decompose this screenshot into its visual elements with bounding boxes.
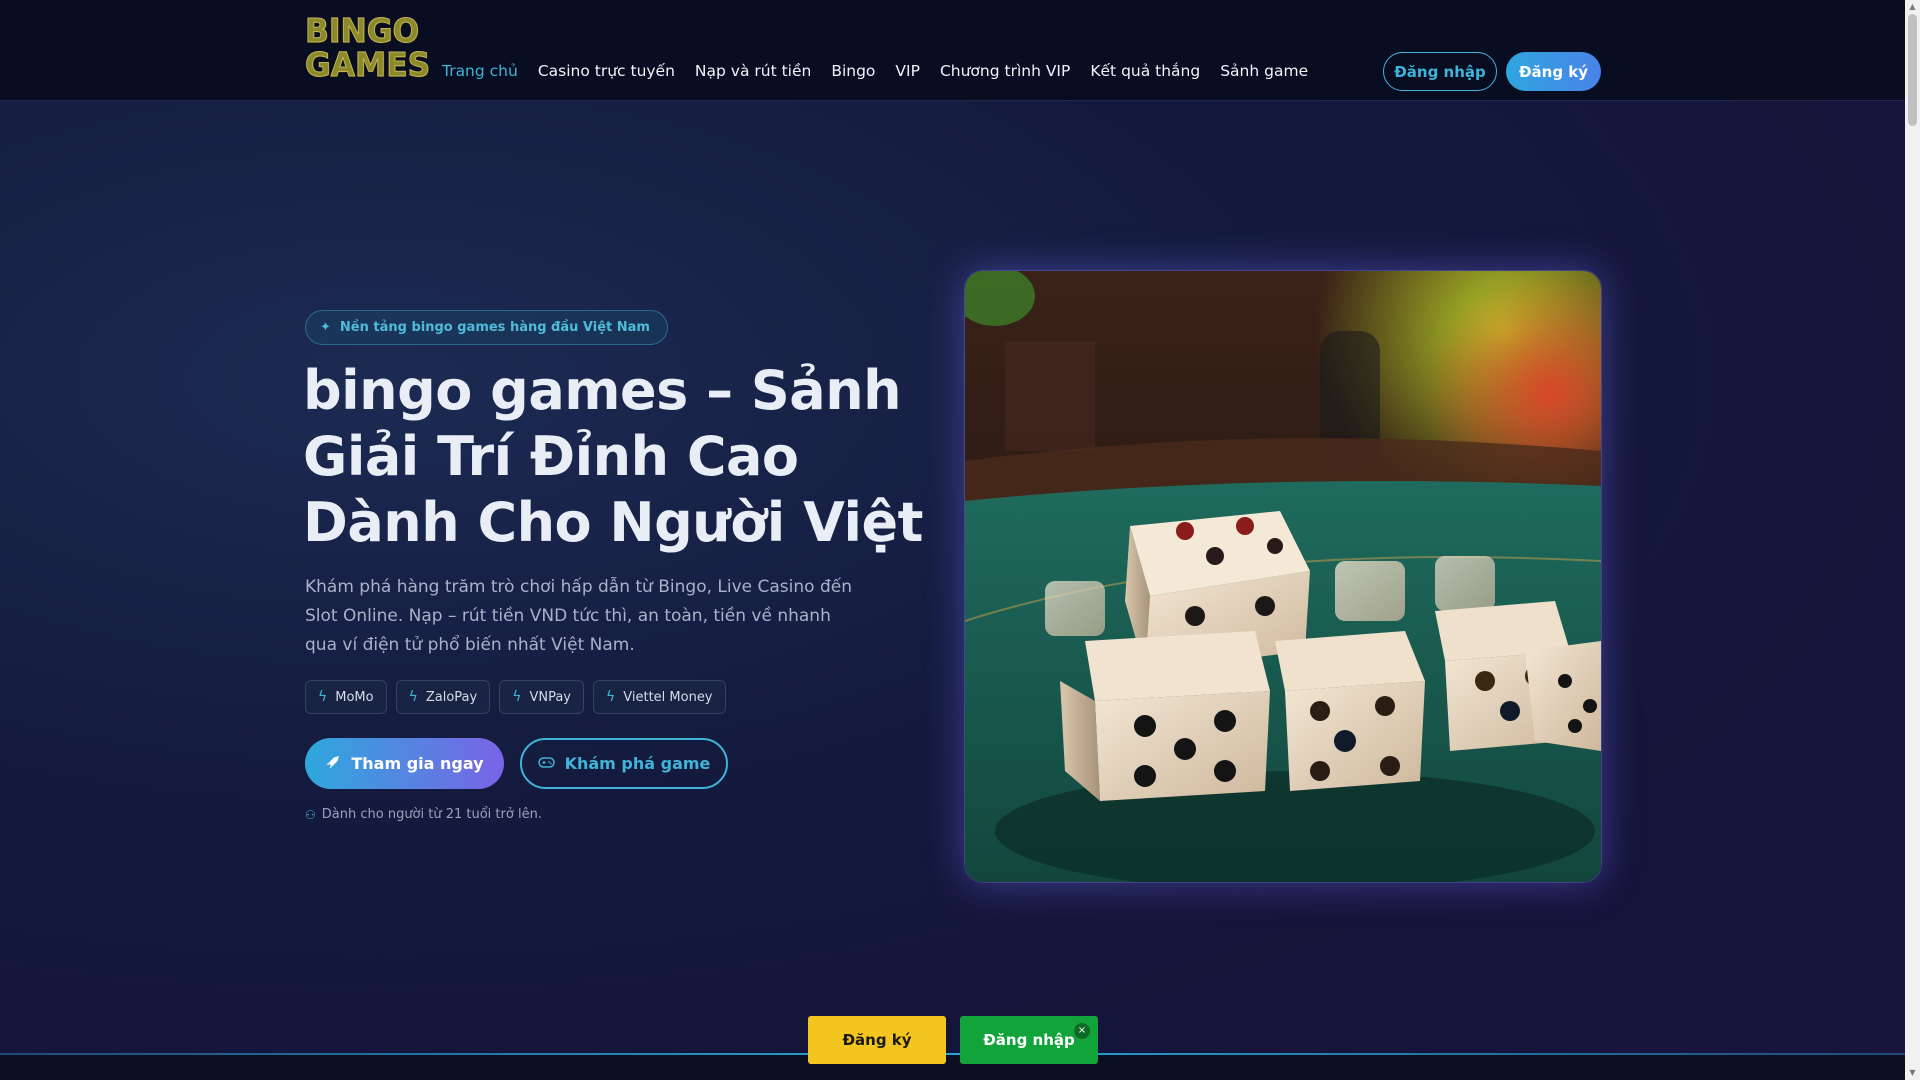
payment-chip-label: MoMo	[335, 689, 374, 705]
nav-item-vip-program[interactable]: Chương trình VIP	[940, 58, 1070, 84]
nav-item-game-lobby[interactable]: Sảnh game	[1220, 58, 1308, 84]
lightning-icon: ϟ	[606, 689, 616, 705]
scroll-up-arrow-icon[interactable]: ▲	[1908, 2, 1917, 12]
scroll-down-arrow-icon[interactable]: ▼	[1908, 1068, 1917, 1078]
header-register-button[interactable]: Đăng ký	[1506, 52, 1601, 91]
user-shield-icon: ⚇	[305, 807, 316, 822]
close-icon[interactable]: ×	[1074, 1023, 1090, 1039]
payment-chip-momo: ϟ MoMo	[305, 680, 387, 714]
hero-badge: ✦ Nền tảng bingo games hàng đầu Việt Nam	[305, 310, 668, 345]
payment-chip-vnpay: ϟ VNPay	[499, 680, 584, 714]
hero-title: bingo games – Sảnh Giải Trí Đỉnh Cao Dàn…	[303, 359, 923, 554]
age-note: ⚇ Dành cho người từ 21 tuổi trở lên.	[305, 807, 542, 822]
hero-dice-image	[965, 271, 1601, 882]
page: BINGO GAMES Trang chủ Casino trực tuyến …	[0, 0, 1905, 1080]
payment-chip-label: ZaloPay	[425, 689, 478, 705]
bottom-bar	[0, 1055, 1905, 1080]
payment-chip-zalopay: ϟ ZaloPay	[395, 680, 491, 714]
site-header: BINGO GAMES Trang chủ Casino trực tuyến …	[0, 0, 1905, 101]
age-note-text: Dành cho người từ 21 tuổi trở lên.	[321, 807, 542, 822]
rocket-icon	[325, 754, 341, 774]
scrollbar-thumb[interactable]	[1908, 14, 1917, 126]
floating-register-button[interactable]: Đăng ký	[808, 1016, 946, 1064]
payment-methods: ϟ MoMo ϟ ZaloPay ϟ VNPay ϟ Viettel Money	[305, 680, 726, 714]
nav-item-home[interactable]: Trang chủ	[442, 58, 518, 84]
explore-games-button[interactable]: Khám phá game	[520, 738, 728, 789]
main-nav: Trang chủ Casino trực tuyến Nạp và rút t…	[442, 58, 1328, 84]
lightning-icon: ϟ	[512, 689, 522, 705]
payment-chip-label: VNPay	[529, 689, 571, 705]
join-now-button[interactable]: Tham gia ngay	[305, 738, 504, 789]
payment-chip-viettel-money: ϟ Viettel Money	[593, 680, 726, 714]
site-logo[interactable]: BINGO GAMES	[305, 13, 552, 82]
nav-item-deposit-withdraw[interactable]: Nạp và rút tiền	[695, 58, 811, 84]
lightning-icon: ϟ	[318, 689, 328, 705]
explore-games-label: Khám phá game	[564, 754, 711, 773]
hero-description: Khám phá hàng trăm trò chơi hấp dẫn từ B…	[305, 577, 852, 655]
header-login-button[interactable]: Đăng nhập	[1383, 52, 1497, 91]
lightning-icon: ϟ	[408, 689, 418, 705]
nav-item-win-results[interactable]: Kết quả thắng	[1090, 58, 1200, 84]
nav-item-casino[interactable]: Casino trực tuyến	[538, 58, 675, 84]
payment-chip-label: Viettel Money	[623, 689, 713, 705]
hero-badge-text: Nền tảng bingo games hàng đầu Việt Nam	[339, 320, 650, 335]
vertical-scrollbar[interactable]	[1905, 0, 1920, 1080]
sparkle-icon: ✦	[320, 320, 331, 335]
gamepad-icon	[537, 754, 555, 773]
nav-item-vip[interactable]: VIP	[895, 58, 920, 84]
nav-item-bingo[interactable]: Bingo	[831, 58, 875, 84]
join-now-label: Tham gia ngay	[351, 754, 484, 773]
